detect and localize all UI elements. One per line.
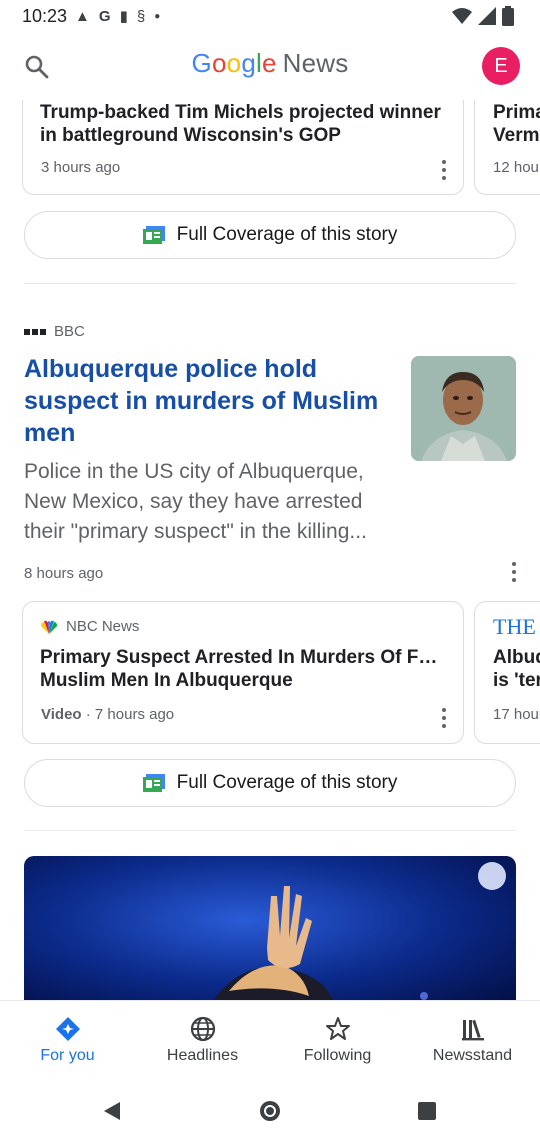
related-kind: Video <box>41 706 82 723</box>
warning-icon: ▲ <box>75 7 90 25</box>
star-icon <box>325 1017 350 1040</box>
nav-label: For you <box>40 1047 95 1064</box>
diamond-icon <box>55 1017 80 1041</box>
story-card-time: 12 hou <box>493 159 539 176</box>
nav-label: Following <box>303 1047 372 1064</box>
logo-letter: G <box>191 48 212 78</box>
story-snippet: Police in the US city of Albuquerque, Ne… <box>24 460 367 543</box>
globe-icon <box>190 1016 215 1042</box>
nav-headlines[interactable]: Headlines <box>135 1001 270 1082</box>
nav-label: Newsstand <box>432 1047 513 1064</box>
news-icon: § <box>136 7 146 25</box>
full-coverage-button[interactable]: Full Coverage of this story <box>24 759 516 807</box>
related-title-line: Muslim Men In Albuquerque <box>40 670 293 691</box>
story-source-name: BBC <box>54 323 85 340</box>
logo-letter: o <box>211 48 227 78</box>
nav-following[interactable]: Following <box>270 1001 405 1082</box>
feed[interactable]: Trump-backed Tim Michels projected winne… <box>0 100 540 1000</box>
story-headline[interactable]: Albuquerque police hold suspect in murde… <box>24 353 386 449</box>
logo-letter: g <box>241 48 256 78</box>
related-source-logo: THE <box>493 614 536 639</box>
full-coverage-icon <box>142 226 165 244</box>
recents-icon[interactable] <box>416 1100 438 1122</box>
divider <box>24 283 516 284</box>
system-navigation-bar <box>0 1082 540 1140</box>
more-options-icon[interactable] <box>437 158 451 182</box>
battery-icon <box>502 6 514 26</box>
google-icon: G <box>98 7 111 25</box>
related-time: 17 hour <box>493 706 540 723</box>
nav-label: Headlines <box>166 1047 239 1064</box>
nav-for-you[interactable]: For you <box>0 1001 135 1082</box>
full-coverage-label: Full Coverage of this story <box>176 772 398 793</box>
divider <box>24 830 516 831</box>
meta-separator: · <box>85 706 95 723</box>
story-card-title: Prima Verm <box>493 102 540 146</box>
full-coverage-label: Full Coverage of this story <box>176 224 398 245</box>
story-card-title: Trump-backed Tim Michels projected winne… <box>40 101 445 147</box>
related-title-line: Albuq <box>493 647 540 668</box>
logo-suffix: News <box>282 48 349 78</box>
wifi-icon <box>452 8 472 24</box>
bars-icon <box>461 1019 484 1041</box>
google-news-logo: Google News <box>0 48 540 79</box>
nav-newsstand[interactable]: Newsstand <box>405 1001 540 1082</box>
related-story-card[interactable]: NBC News Primary Suspect Arrested In Mur… <box>22 601 464 744</box>
home-icon[interactable] <box>257 1098 283 1124</box>
story-card[interactable]: Trump-backed Tim Michels projected winne… <box>22 100 464 195</box>
story-hero-image[interactable] <box>24 856 516 1000</box>
story-card[interactable]: Prima Verm 12 hou <box>474 100 540 195</box>
bbc-logo-icon <box>24 328 46 335</box>
story-card-title-text: Trump-backed Tim Michels projected winne… <box>40 102 441 146</box>
sd-card-icon: ▮ <box>119 8 128 25</box>
more-options-icon[interactable] <box>437 706 451 730</box>
story-thumbnail[interactable] <box>411 356 516 461</box>
status-time: 10:23 <box>22 5 68 26</box>
more-options-icon[interactable] <box>507 560 521 584</box>
story-source: BBC <box>24 323 85 340</box>
app-bar: Google News E <box>0 32 540 100</box>
nbc-logo-icon <box>41 620 57 634</box>
portrait-image <box>411 356 516 461</box>
back-icon[interactable] <box>100 1099 124 1123</box>
status-bar: 10:23 ▲ G ▮ § ● <box>0 0 540 32</box>
full-coverage-icon <box>142 774 165 792</box>
related-meta: Video · 7 hours ago <box>41 706 174 723</box>
signal-icon <box>478 7 496 25</box>
hero-photo <box>24 856 516 1000</box>
bottom-navigation: For you Headlines Following Newsstand <box>0 1000 540 1082</box>
dot-icon: ● <box>154 10 161 22</box>
related-source-name: NBC News <box>66 618 140 635</box>
related-source: NBC News <box>40 618 139 635</box>
story-time: 8 hours ago <box>24 565 104 582</box>
related-story-card[interactable]: THE Albuq is 'ter 17 hour <box>474 601 540 744</box>
logo-letter: o <box>226 48 242 78</box>
account-avatar[interactable]: E <box>482 47 520 85</box>
related-title-line: Primary Suspect Arrested In Murders Of F… <box>40 647 445 668</box>
related-time: 7 hours ago <box>94 706 175 723</box>
full-coverage-button[interactable]: Full Coverage of this story <box>24 211 516 259</box>
related-title-line: is 'ter <box>493 670 540 691</box>
story-card-time: 3 hours ago <box>41 159 121 176</box>
logo-letter: e <box>261 48 277 78</box>
